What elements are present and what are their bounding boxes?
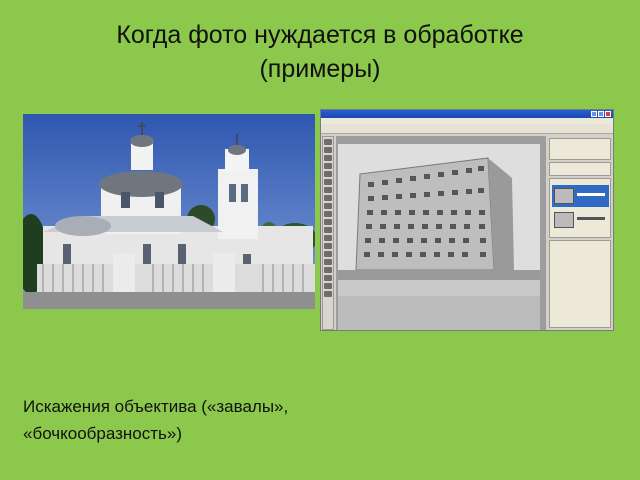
ps-maximize-icon xyxy=(598,111,604,117)
ps-tool-icon xyxy=(324,187,332,193)
ps-close-icon xyxy=(605,111,611,117)
slide-caption: Искажения объектива («завалы», «бочкообр… xyxy=(23,393,288,447)
slide-title: Когда фото нуждается в обработке (пример… xyxy=(40,18,600,86)
ps-tool-icon xyxy=(324,147,332,153)
ps-tool-icon xyxy=(324,171,332,177)
ps-options-bar xyxy=(321,124,613,134)
ps-layer-name xyxy=(577,193,605,196)
slide: Когда фото нуждается в обработке (пример… xyxy=(0,0,640,480)
photoshop-screenshot xyxy=(320,109,614,331)
ps-panels xyxy=(547,136,613,330)
church-photo xyxy=(23,114,315,309)
ps-tool-icon xyxy=(324,267,332,273)
ps-window-buttons xyxy=(591,111,611,117)
ps-empty-panel xyxy=(549,240,611,328)
ps-layers-panel xyxy=(549,178,611,238)
ps-tool-icon xyxy=(324,203,332,209)
ps-layer-thumbnail xyxy=(554,212,574,228)
ps-tool-icon xyxy=(324,275,332,281)
ps-toolbox xyxy=(322,136,334,330)
ps-layer-thumbnail xyxy=(554,188,574,204)
ps-navigator-panel xyxy=(549,138,611,160)
ps-layer-row xyxy=(552,209,609,231)
ps-layer-name xyxy=(577,217,605,220)
ps-titlebar xyxy=(321,110,613,118)
ps-tool-icon xyxy=(324,139,332,145)
slide-title-line2: (примеры) xyxy=(259,55,381,83)
ps-layer-row-active xyxy=(552,185,609,207)
ps-tool-icon xyxy=(324,243,332,249)
ps-canvas xyxy=(338,144,540,330)
ps-tool-icon xyxy=(324,195,332,201)
ps-tool-icon xyxy=(324,291,332,297)
ps-tool-icon xyxy=(324,227,332,233)
ps-tool-icon xyxy=(324,283,332,289)
ps-tool-icon xyxy=(324,163,332,169)
ps-minimize-icon xyxy=(591,111,597,117)
ps-tool-icon xyxy=(324,235,332,241)
ps-tool-icon xyxy=(324,259,332,265)
slide-caption-line2: «бочкообразность») xyxy=(23,424,183,443)
ps-tool-icon xyxy=(324,219,332,225)
ps-tool-icon xyxy=(324,179,332,185)
ps-tool-icon xyxy=(324,155,332,161)
ps-tool-icon xyxy=(324,251,332,257)
slide-caption-line1: Искажения объектива («завалы», xyxy=(23,397,289,416)
slide-title-line1: Когда фото нуждается в обработке xyxy=(116,21,524,49)
ps-tool-icon xyxy=(324,211,332,217)
ps-canvas-area xyxy=(336,136,546,330)
ps-adjustments-panel xyxy=(549,162,611,176)
